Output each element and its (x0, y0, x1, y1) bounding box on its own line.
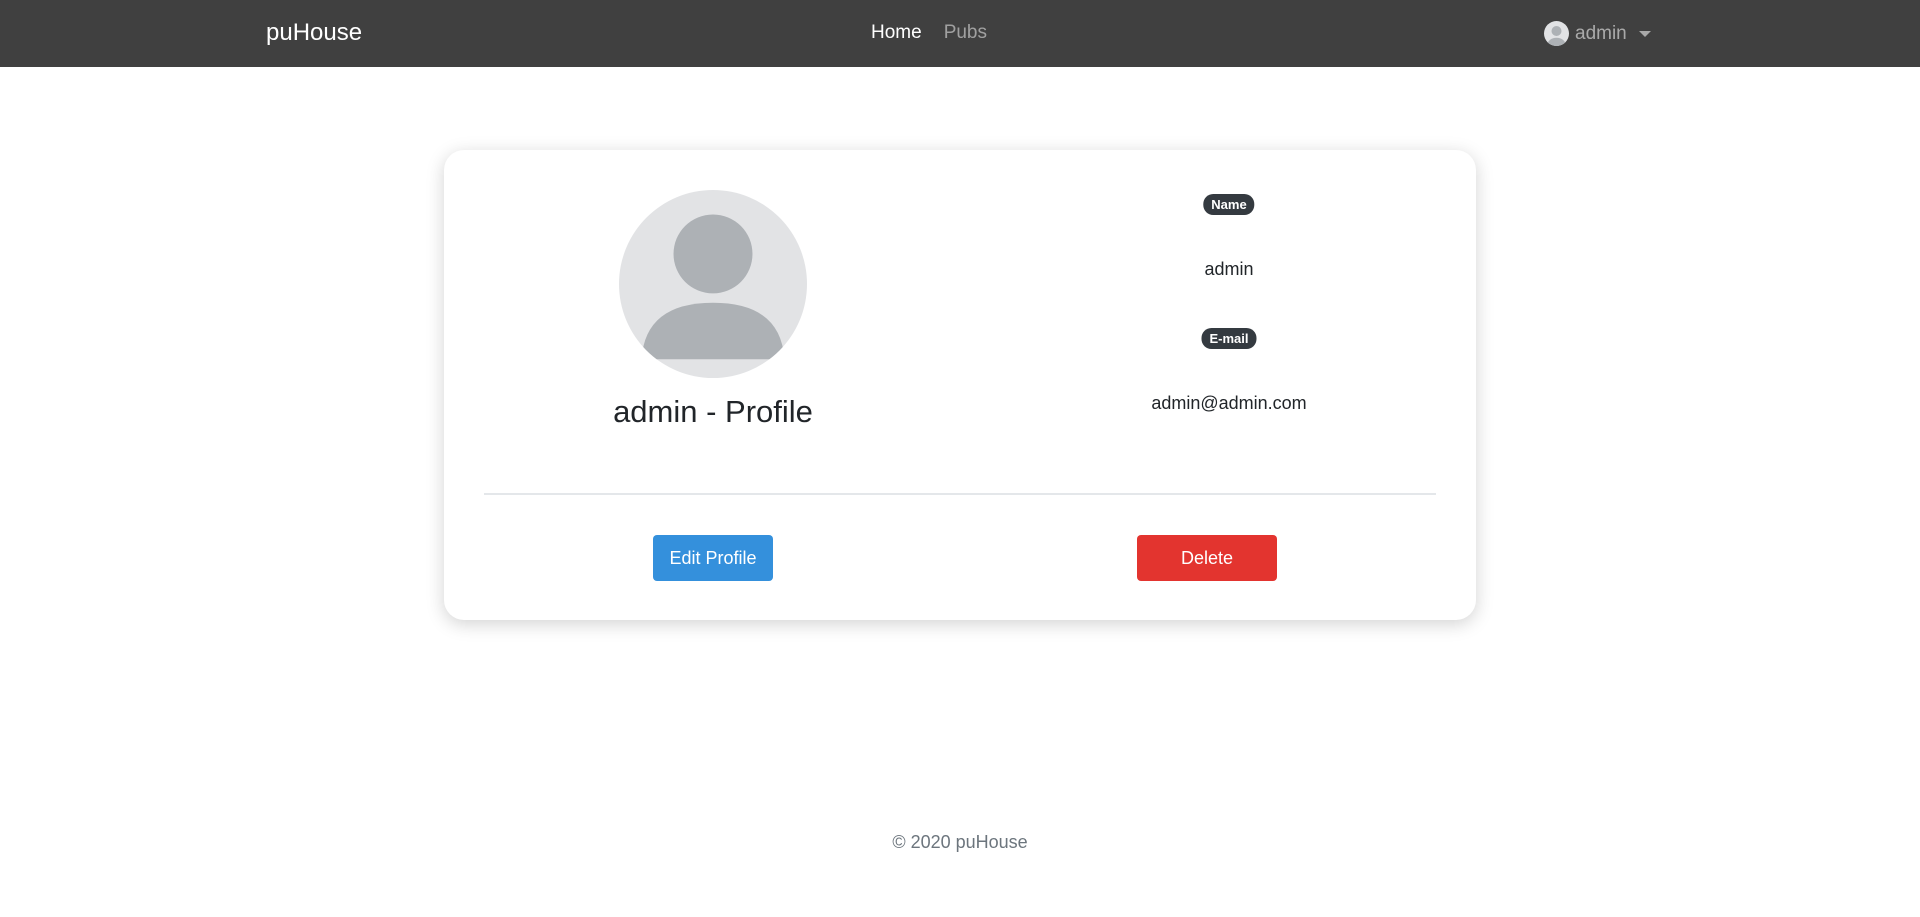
caret-down-icon (1638, 30, 1651, 37)
edit-profile-button[interactable]: Edit Profile (653, 535, 773, 581)
profile-card: admin - Profile Name admin E-mail admin@… (444, 150, 1476, 620)
profile-email: admin@admin.com (1151, 393, 1307, 413)
nav-link-home[interactable]: Home (871, 22, 922, 44)
top-navbar: puHouse Home Pubs admin (0, 0, 1920, 67)
profile-name: admin (1204, 259, 1254, 279)
name-badge: Name (1203, 194, 1255, 215)
delete-profile-button[interactable]: Delete Profile (1137, 535, 1277, 614)
brand-link[interactable]: puHouse (266, 19, 362, 47)
nav-link-pubs[interactable]: Pubs (944, 22, 987, 44)
profile-avatar-icon (619, 190, 807, 378)
email-badge: E-mail (1201, 328, 1257, 349)
user-avatar-icon (1544, 21, 1569, 46)
footer-copyright: © 2020 puHouse (892, 832, 1028, 852)
user-dropdown[interactable]: admin (1544, 21, 1651, 46)
divider (484, 493, 1436, 495)
profile-title: admin - Profile (613, 394, 813, 429)
nav-links: Home Pubs (871, 22, 987, 44)
user-name-label: admin (1575, 22, 1627, 44)
